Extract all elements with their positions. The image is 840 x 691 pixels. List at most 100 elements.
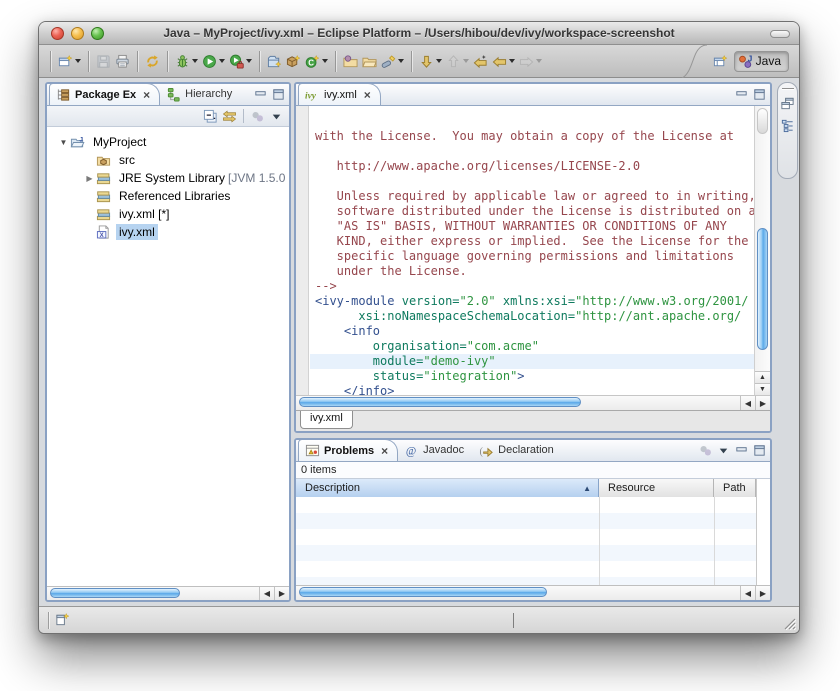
- chevron-down-icon[interactable]: [269, 109, 284, 124]
- scroll-down-arrow[interactable]: ▼: [755, 383, 770, 395]
- tab-declaration[interactable]: ( Declaration: [473, 439, 563, 461]
- code-line[interactable]: http://www.apache.org/licenses/LICENSE-2…: [310, 159, 754, 174]
- minimize-window-button[interactable]: [71, 27, 84, 40]
- tab-javadoc[interactable]: @ Javadoc: [398, 439, 473, 461]
- tab-editor-ivy-xml[interactable]: ivy ivy.xml ×: [298, 83, 381, 105]
- scroll-left-arrow[interactable]: ◀: [740, 586, 755, 600]
- horizontal-scrollbar-thumb[interactable]: [299, 397, 581, 407]
- refresh-button[interactable]: [143, 49, 162, 73]
- drag-handle[interactable]: [782, 88, 794, 89]
- package-explorer-hscrollbar[interactable]: ◀ ▶: [47, 586, 289, 600]
- table-row[interactable]: [296, 513, 756, 529]
- code-line[interactable]: </info>: [310, 384, 754, 395]
- link-with-editor-button[interactable]: [222, 109, 237, 124]
- code-line[interactable]: status="integration">: [310, 369, 754, 384]
- outline-view-button[interactable]: [780, 118, 795, 133]
- code-line[interactable]: organisation="com.acme": [310, 339, 754, 354]
- twisty-right-icon[interactable]: ▶: [83, 174, 96, 183]
- dropdown-caret-icon[interactable]: [436, 59, 442, 63]
- debug-button[interactable]: [173, 49, 200, 73]
- search-button[interactable]: [379, 49, 406, 73]
- chevron-down-icon[interactable]: [716, 443, 731, 458]
- scroll-up-arrow[interactable]: ▲: [755, 371, 770, 383]
- code-line[interactable]: [310, 174, 754, 189]
- dropdown-caret-icon[interactable]: [398, 59, 404, 63]
- previous-annotation-button[interactable]: [444, 49, 471, 73]
- horizontal-scrollbar-thumb[interactable]: [299, 587, 547, 597]
- close-icon[interactable]: ×: [143, 90, 150, 100]
- print-button[interactable]: [113, 49, 132, 73]
- code-line[interactable]: "AS IS" BASIS, WITHOUT WARRANTIES OR CON…: [310, 219, 754, 234]
- problems-hscrollbar[interactable]: ◀ ▶: [296, 585, 770, 600]
- forward-button[interactable]: [517, 49, 544, 73]
- new-package-button[interactable]: [284, 49, 303, 73]
- editor-hscrollbar[interactable]: ◀ ▶: [296, 395, 770, 410]
- scroll-right-arrow[interactable]: ▶: [755, 586, 770, 600]
- new-java-project-button[interactable]: [265, 49, 284, 73]
- table-row[interactable]: [296, 545, 756, 561]
- column-header-path[interactable]: Path: [714, 479, 756, 497]
- horizontal-scrollbar-thumb[interactable]: [50, 588, 180, 598]
- scroll-right-arrow[interactable]: ▶: [755, 396, 770, 410]
- back-button[interactable]: [490, 49, 517, 73]
- code-editor[interactable]: with the License. You may obtain a copy …: [310, 106, 754, 395]
- scroll-left-arrow[interactable]: ◀: [740, 396, 755, 410]
- close-window-button[interactable]: [51, 27, 64, 40]
- dropdown-caret-icon[interactable]: [536, 59, 542, 63]
- code-line[interactable]: Unless required by applicable law or agr…: [310, 189, 754, 204]
- dropdown-caret-icon[interactable]: [509, 59, 515, 63]
- run-button[interactable]: [200, 49, 227, 73]
- title-bar[interactable]: Java – MyProject/ivy.xml – Eclipse Platf…: [39, 22, 799, 45]
- twisty-down-icon[interactable]: ▼: [57, 138, 70, 147]
- java-perspective-button[interactable]: J Java: [734, 51, 789, 72]
- code-line[interactable]: -->: [310, 279, 754, 294]
- code-line-current[interactable]: module="demo-ivy": [310, 354, 754, 369]
- run-external-button[interactable]: [227, 49, 254, 73]
- column-header-description[interactable]: Description▲: [296, 479, 599, 497]
- tab-hierarchy[interactable]: Hierarchy: [160, 83, 241, 105]
- tree-item-referenced-libraries[interactable]: Referenced Libraries: [47, 187, 289, 205]
- dropdown-caret-icon[interactable]: [219, 59, 225, 63]
- tree-item-ivy-xml[interactable]: ivy.xml [*]: [47, 205, 289, 223]
- tree-item-jre-system-library[interactable]: ▶JRE System Library [JVM 1.5.0 (: [47, 169, 289, 187]
- code-line[interactable]: specific language governing permissions …: [310, 249, 754, 264]
- table-row[interactable]: [296, 497, 756, 513]
- open-resource-button[interactable]: [360, 49, 379, 73]
- open-perspective-button[interactable]: [713, 49, 728, 73]
- dropdown-caret-icon[interactable]: [75, 59, 81, 63]
- view-menu-icon[interactable]: [698, 443, 713, 458]
- tree-item-src[interactable]: src: [47, 151, 289, 169]
- column-header-resource[interactable]: Resource: [599, 479, 714, 497]
- tree-item-ivy-xml[interactable]: Xivy.xml: [47, 223, 289, 241]
- code-line[interactable]: [310, 144, 754, 159]
- problems-vscrollbar[interactable]: [756, 497, 770, 585]
- page-tab-source[interactable]: ivy.xml: [300, 411, 353, 429]
- new-class-button[interactable]: C: [303, 49, 330, 73]
- last-edit-location-button[interactable]: [471, 49, 490, 73]
- dropdown-caret-icon[interactable]: [192, 59, 198, 63]
- scroll-right-arrow[interactable]: ▶: [274, 587, 289, 600]
- vertical-scrollbar-thumb[interactable]: [757, 228, 768, 350]
- dropdown-caret-icon[interactable]: [322, 59, 328, 63]
- minimize-editor-button[interactable]: [734, 87, 749, 102]
- minimize-view-button[interactable]: [253, 87, 268, 102]
- new-wizard-button[interactable]: [56, 49, 83, 73]
- maximize-view-button[interactable]: [752, 443, 767, 458]
- table-row[interactable]: [296, 529, 756, 545]
- problems-table-body[interactable]: [296, 497, 756, 585]
- restore-view-button[interactable]: [780, 96, 795, 111]
- code-line[interactable]: KIND, either express or implied. See the…: [310, 234, 754, 249]
- table-row[interactable]: [296, 577, 756, 585]
- maximize-view-button[interactable]: [271, 87, 286, 102]
- resize-grip[interactable]: [782, 616, 796, 630]
- next-annotation-button[interactable]: [417, 49, 444, 73]
- code-line[interactable]: xsi:noNamespaceSchemaLocation="http://an…: [310, 309, 754, 324]
- collapse-all-button[interactable]: [203, 109, 218, 124]
- table-row[interactable]: [296, 561, 756, 577]
- toolbar-toggle-button[interactable]: [770, 30, 790, 38]
- dropdown-caret-icon[interactable]: [463, 59, 469, 63]
- view-menu-icon[interactable]: [250, 109, 265, 124]
- open-type-button[interactable]: [341, 49, 360, 73]
- maximize-editor-button[interactable]: [752, 87, 767, 102]
- minimize-view-button[interactable]: [734, 443, 749, 458]
